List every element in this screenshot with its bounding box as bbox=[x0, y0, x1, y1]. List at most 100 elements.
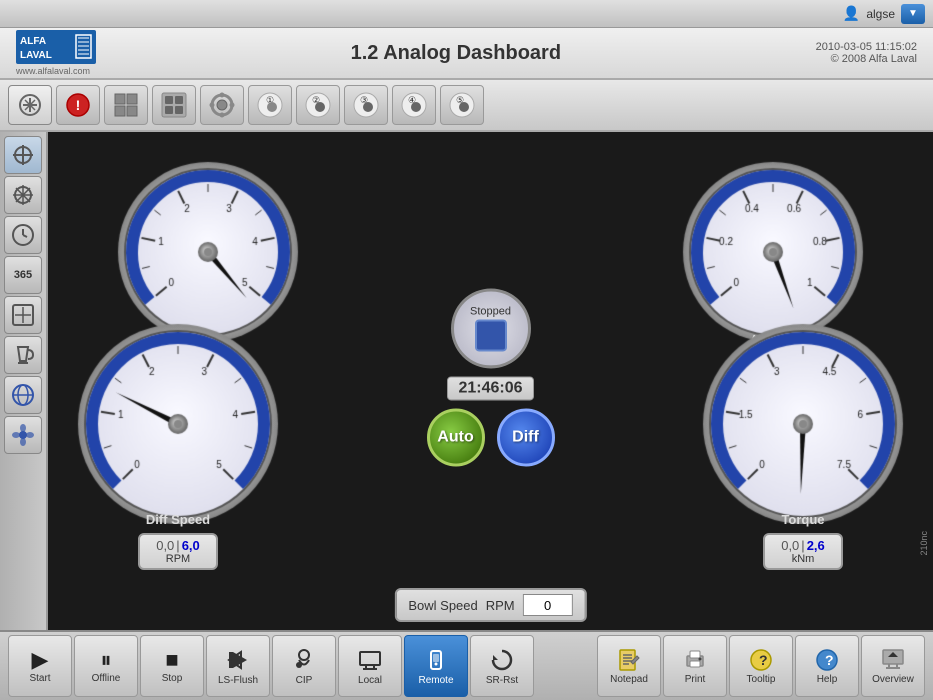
toolbar-nav1-button[interactable]: ① bbox=[248, 85, 292, 125]
help-icon: ? bbox=[815, 648, 839, 672]
torque-set-value: 0,0 bbox=[781, 538, 799, 553]
ls-flush-button[interactable]: LS-Flush bbox=[206, 635, 270, 697]
sidebar-calendar-button[interactable]: 365 bbox=[4, 256, 42, 294]
stop-button[interactable]: ■ Stop bbox=[140, 635, 204, 697]
user-dropdown-button[interactable]: ▼ bbox=[901, 4, 925, 24]
print-icon bbox=[683, 648, 707, 672]
start-label: Start bbox=[29, 673, 50, 684]
stop-label: Stop bbox=[162, 673, 183, 684]
overview-icon bbox=[881, 648, 905, 672]
diff-speed-current-value: 6,0 bbox=[182, 538, 200, 553]
svg-text:?: ? bbox=[759, 652, 768, 668]
remote-label: Remote bbox=[418, 675, 453, 686]
toolbar-dashboard-button[interactable] bbox=[152, 85, 196, 125]
username-label: algse bbox=[866, 7, 895, 21]
toolbar-nav3-button[interactable]: ③ bbox=[344, 85, 388, 125]
svg-text:?: ? bbox=[825, 652, 834, 668]
toolbar-alarm-button[interactable]: ! bbox=[56, 85, 100, 125]
svg-text:!: ! bbox=[76, 97, 81, 113]
offline-label: Offline bbox=[92, 673, 121, 684]
nav4-icon: ④ bbox=[400, 91, 428, 119]
sidebar-globe-button[interactable] bbox=[4, 376, 42, 414]
overview-label: Overview bbox=[872, 674, 914, 685]
diff-speed-label: Diff Speed bbox=[146, 512, 210, 527]
bottom-bar: ▶ Start ⏸ Offline ■ Stop LS-Flush CIP bbox=[0, 630, 933, 700]
bowl-speed-label: Bowl Speed bbox=[408, 598, 477, 613]
toolbar-nav4-button[interactable]: ④ bbox=[392, 85, 436, 125]
start-icon: ▶ bbox=[32, 649, 49, 671]
notepad-icon bbox=[617, 648, 641, 672]
toolbar-home-button[interactable] bbox=[8, 85, 52, 125]
auto-button[interactable]: Auto bbox=[427, 408, 485, 466]
center-controls: Stopped 21:46:06 Auto Diff bbox=[427, 288, 555, 466]
toolbar-settings-button[interactable] bbox=[200, 85, 244, 125]
alfa-laval-logo: ALFA LAVAL bbox=[16, 30, 96, 64]
torque-label: Torque bbox=[781, 512, 824, 527]
svg-text:LAVAL: LAVAL bbox=[20, 50, 52, 61]
sidebar-cup-button[interactable] bbox=[4, 336, 42, 374]
print-button[interactable]: Print bbox=[663, 635, 727, 697]
grid-icon bbox=[112, 91, 140, 119]
bowl-speed-unit: RPM bbox=[486, 598, 515, 613]
bowl-speed-input[interactable] bbox=[523, 594, 573, 616]
sr-rst-button[interactable]: SR-Rst bbox=[470, 635, 534, 697]
cip-label: CIP bbox=[296, 675, 313, 686]
stopped-button[interactable]: Stopped bbox=[451, 288, 531, 368]
diff-speed-unit: RPM bbox=[148, 553, 208, 565]
clock-icon bbox=[11, 223, 35, 247]
remote-button[interactable]: Remote bbox=[404, 635, 468, 697]
diff-speed-display: 0,0 | 6,0 RPM bbox=[138, 533, 218, 570]
notepad-button[interactable]: Notepad bbox=[597, 635, 661, 697]
diff-speed-gauge-canvas bbox=[68, 304, 288, 524]
home-icon bbox=[16, 91, 44, 119]
logo-url: www.alfalaval.com bbox=[16, 66, 90, 76]
settings-icon bbox=[208, 91, 236, 119]
sidebar-gauge-button[interactable] bbox=[4, 296, 42, 334]
sidebar-crosshair-button[interactable] bbox=[4, 136, 42, 174]
main-content: 365 bbox=[0, 132, 933, 630]
sr-rst-label: SR-Rst bbox=[486, 675, 518, 686]
sr-rst-icon bbox=[489, 647, 515, 673]
start-button[interactable]: ▶ Start bbox=[8, 635, 72, 697]
toolbar: ! ① bbox=[0, 80, 933, 132]
user-info: 👤 algse ▼ bbox=[843, 4, 925, 24]
cup-icon bbox=[11, 343, 35, 367]
bowl-speed-bar: Bowl Speed RPM bbox=[394, 588, 586, 622]
cip-button[interactable]: CIP bbox=[272, 635, 336, 697]
local-button[interactable]: Local bbox=[338, 635, 402, 697]
flower-icon bbox=[11, 423, 35, 447]
side-label: 210nc bbox=[915, 527, 933, 560]
toolbar-nav2-button[interactable]: ② bbox=[296, 85, 340, 125]
torque-gauge: Torque 0,0 | 2,6 kNm bbox=[693, 304, 913, 570]
left-sidebar: 365 bbox=[0, 132, 48, 630]
stop-icon bbox=[475, 319, 507, 351]
globe-icon bbox=[11, 383, 35, 407]
toolbar-grid-button[interactable] bbox=[104, 85, 148, 125]
overview-button[interactable]: Overview bbox=[861, 635, 925, 697]
dashboard: Feed 0,0 | 10,0 m³/h Additive 0,0 bbox=[48, 132, 933, 630]
tooltip-button[interactable]: ? Tooltip bbox=[729, 635, 793, 697]
torque-current-value: 2,6 bbox=[807, 538, 825, 553]
offline-button[interactable]: ⏸ Offline bbox=[74, 635, 138, 697]
sidebar-clock-button[interactable] bbox=[4, 216, 42, 254]
diff-button[interactable]: Diff bbox=[497, 408, 555, 466]
bottom-right-buttons: Notepad Print ? Tooltip ? Help bbox=[597, 635, 925, 697]
diff-speed-set-value: 0,0 bbox=[156, 538, 174, 553]
logo-area: ALFA LAVAL www.alfalaval.com bbox=[16, 30, 96, 76]
ls-flush-icon bbox=[225, 647, 251, 673]
alarm-icon: ! bbox=[64, 91, 92, 119]
torque-unit: kNm bbox=[773, 553, 833, 565]
crosshair2-icon bbox=[11, 183, 35, 207]
toolbar-nav5-button[interactable]: ⑤ bbox=[440, 85, 484, 125]
torque-display: 0,0 | 2,6 kNm bbox=[763, 533, 843, 570]
nav3-icon: ③ bbox=[352, 91, 380, 119]
help-button[interactable]: ? Help bbox=[795, 635, 859, 697]
page-title: 1.2 Analog Dashboard bbox=[351, 42, 561, 65]
sidebar-flower-button[interactable] bbox=[4, 416, 42, 454]
sidebar-crosshair2-button[interactable] bbox=[4, 176, 42, 214]
diff-speed-gauge: Diff Speed 0,0 | 6,0 RPM bbox=[68, 304, 288, 570]
remote-icon bbox=[423, 647, 449, 673]
local-label: Local bbox=[358, 675, 382, 686]
auto-diff-row: Auto Diff bbox=[427, 408, 555, 466]
offline-icon: ⏸ bbox=[100, 649, 111, 671]
